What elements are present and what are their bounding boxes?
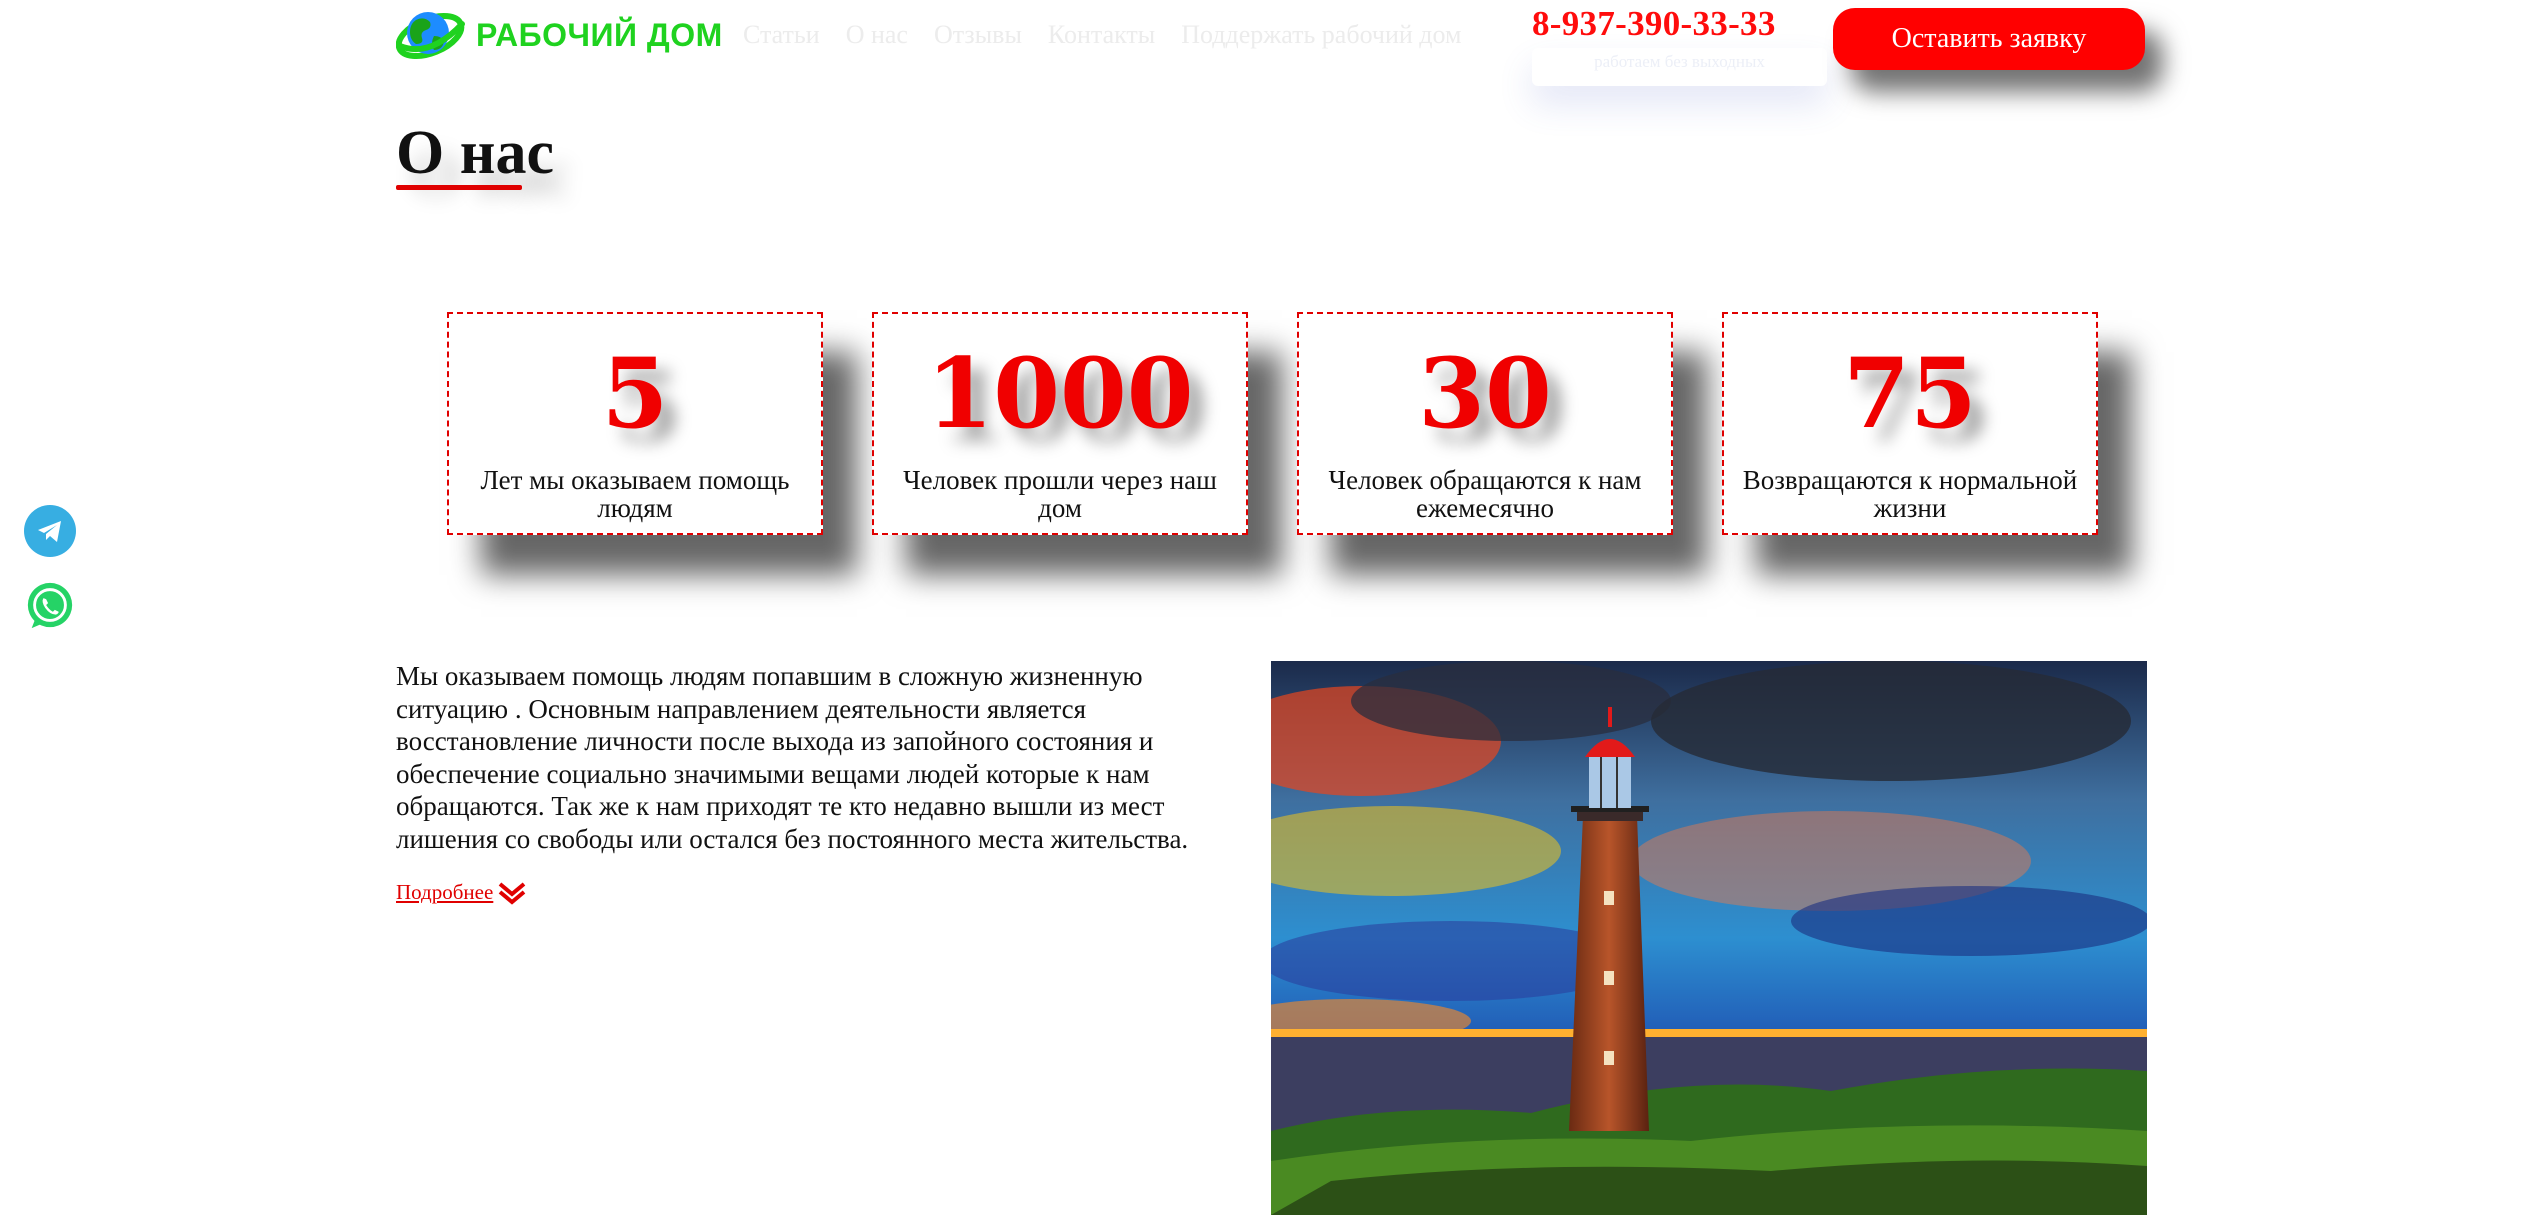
nav-support[interactable]: Поддержать рабочий дом [1181,20,1461,50]
stat-card: 75 Возвращаются к нормальной жизни [1722,312,2098,535]
about-text: Мы оказываем помощь людям попавшим в сло… [396,661,1189,854]
site-header: РАБОЧИЙ ДОМ Статьи О нас Отзывы Контакты… [0,0,2537,90]
main-nav: Статьи О нас Отзывы Контакты Поддержать … [743,20,1462,50]
stat-label: Человек обращаются к нам ежемесячно [1328,465,1642,523]
phone-note: работаем без выходных [1594,52,1765,71]
double-chevron-down-icon [499,881,526,905]
lighthouse-photo [1271,661,2147,1215]
stat-value: 30 [1418,337,1552,450]
telegram-icon [38,521,61,542]
stat-card: 1000 Человек прошли через наш дом [872,312,1248,535]
stat-label: Человек прошли через наш дом [903,465,1217,523]
logo[interactable]: РАБОЧИЙ ДОМ [396,6,723,64]
stat-label: Возвращаются к нормальной жизни [1742,465,2078,523]
phone-number[interactable]: 8-937-390-33-33 [1532,4,1776,44]
telegram-button[interactable] [24,505,76,557]
nav-articles[interactable]: Статьи [743,20,820,50]
request-button[interactable]: Оставить заявку [1833,8,2145,70]
logo-text: РАБОЧИЙ ДОМ [476,16,723,53]
phone-block: 8-937-390-33-33 работаем без выходных [1532,4,1776,71]
stat-label: Лет мы оказываем помощь людям [480,465,790,523]
globe-logo-icon [396,12,465,60]
more-link[interactable]: Подробнее [396,880,493,905]
stat-value: 75 [1843,337,1977,450]
whatsapp-icon [27,582,73,629]
nav-contacts[interactable]: Контакты [1048,20,1155,50]
title-underline [396,185,522,190]
stat-card: 30 Человек обращаются к нам ежемесячно [1297,312,1673,535]
nav-about[interactable]: О нас [846,20,908,50]
stat-value: 1000 [926,337,1194,450]
stat-card: 5 Лет мы оказываем помощь людям [447,312,823,535]
page-title: О нас [396,119,554,187]
nav-reviews[interactable]: Отзывы [934,20,1022,50]
phone-note-box: работаем без выходных [1532,48,1827,86]
whatsapp-button[interactable] [24,580,76,632]
more-toggle[interactable]: Подробнее [396,880,527,905]
stat-value: 5 [601,337,669,450]
